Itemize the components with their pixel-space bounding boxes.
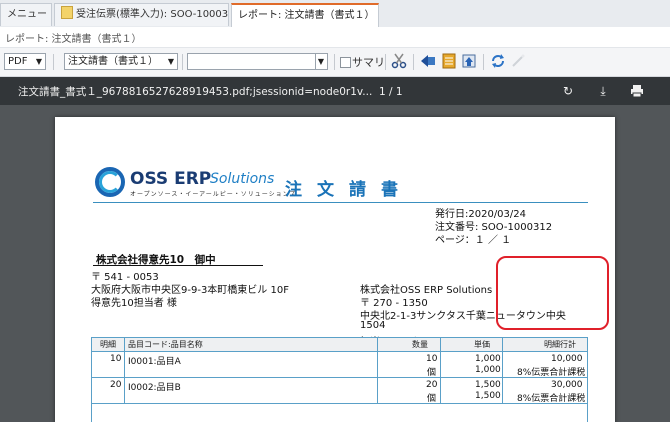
row-no: 20 xyxy=(110,380,122,390)
document-icon xyxy=(61,6,73,19)
customer-underline xyxy=(93,265,263,266)
export-icon[interactable] xyxy=(461,53,477,69)
logo-subtext: Solutions xyxy=(210,171,275,187)
table-divider xyxy=(377,378,378,403)
table-divider xyxy=(377,352,378,377)
document-title: 注文請書 xyxy=(285,180,413,200)
tab-label: 受注伝票(標準入力): SOO-1000312 xyxy=(76,9,229,20)
chevron-down-icon: ▼ xyxy=(167,57,174,66)
issuer-address-2: 1504 xyxy=(360,320,386,331)
tab-bar: メニュー 受注伝票(標準入力): SOO-1000312✖ レポート: 注文請書… xyxy=(0,0,670,28)
logo-icon-inner xyxy=(99,171,121,193)
refresh-icon[interactable] xyxy=(490,53,506,69)
row-unit: 個 xyxy=(427,394,437,404)
template-select[interactable]: 注文請書（書式１） ▼ xyxy=(64,53,178,70)
toolbar-divider xyxy=(53,54,54,70)
logo-text: OSS ERP xyxy=(130,169,212,189)
col-header-item: 品目コード:品目名称 xyxy=(128,340,203,349)
toolbar-divider xyxy=(413,54,414,70)
toolbar-divider xyxy=(334,54,335,70)
pdf-page-indicator: 1 / 1 xyxy=(378,86,403,98)
magic-wand-icon[interactable] xyxy=(510,53,526,69)
pdf-title: 注文請書_書式１_9678816527628919453.pdf;jsessio… xyxy=(18,84,403,99)
order-lines-table: 明細 品目コード:品目名称 数量 単価 明細行計 10 I0001:品目A 10… xyxy=(91,337,588,422)
col-header-price: 単価 xyxy=(474,340,490,349)
toolbar-divider xyxy=(182,54,183,70)
col-header-total: 明細行計 xyxy=(544,340,576,349)
table-empty-area xyxy=(92,404,587,422)
table-divider xyxy=(440,352,441,377)
row-price: 1,000 xyxy=(475,354,501,364)
scissors-icon[interactable] xyxy=(391,53,407,69)
arrow-left-icon[interactable] xyxy=(420,53,436,69)
row-price-2: 1,500 xyxy=(475,391,501,401)
table-divider xyxy=(440,338,441,351)
breadcrumb-text: レポート: 注文請書（書式１） xyxy=(5,34,142,45)
row-item: I0001:品目A xyxy=(128,357,181,367)
tab-sales-order[interactable]: 受注伝票(標準入力): SOO-1000312✖ xyxy=(54,3,229,26)
extra-select[interactable]: ▼ xyxy=(187,53,328,70)
tab-report[interactable]: レポート: 注文請書（書式１）✖ xyxy=(231,3,379,27)
pdf-filename: 注文請書_書式１_9678816527628919453.pdf;jsessio… xyxy=(18,86,373,98)
row-qty: 10 xyxy=(426,354,438,364)
row-tax: 8%伝票合計課税 xyxy=(517,394,586,404)
rotate-icon[interactable]: ↻ xyxy=(561,84,575,98)
row-unit: 個 xyxy=(427,368,437,378)
download-icon[interactable]: ⤓ xyxy=(596,84,610,98)
format-select[interactable]: PDF ▼ xyxy=(4,53,46,70)
highlight-annotation xyxy=(496,256,609,330)
row-total: 30,000 xyxy=(551,380,583,390)
row-total: 10,000 xyxy=(551,354,583,364)
table-row: 20 I0002:品目B 20 個 1,500 1,500 30,000 8%伝… xyxy=(92,378,587,404)
col-header-no: 明細 xyxy=(100,340,116,349)
row-item: I0002:品目B xyxy=(128,383,181,393)
row-tax: 8%伝票合計課税 xyxy=(517,368,586,378)
tab-menu[interactable]: メニュー xyxy=(0,3,52,26)
table-divider xyxy=(377,338,378,351)
summary-checkbox[interactable] xyxy=(340,57,351,68)
toolbar-divider xyxy=(385,54,386,70)
title-divider xyxy=(93,202,588,203)
template-value: 注文請書（書式１） xyxy=(68,56,158,67)
table-divider xyxy=(440,378,441,403)
row-qty: 20 xyxy=(426,380,438,390)
customer-contact: 得意先10担当者 様 xyxy=(91,298,177,309)
summary-label: サマリ xyxy=(352,56,385,69)
breadcrumb: レポート: 注文請書（書式１） xyxy=(0,27,670,48)
table-divider xyxy=(502,378,503,403)
print-icon[interactable] xyxy=(630,84,644,98)
table-divider xyxy=(124,338,125,351)
row-price-2: 1,000 xyxy=(475,365,501,375)
row-price: 1,500 xyxy=(475,380,501,390)
table-divider xyxy=(502,338,503,351)
chevron-down-icon: ▼ xyxy=(35,57,42,66)
logo-tagline: オープンソース・イーアールピー・ソリューションズ xyxy=(130,191,297,198)
pdf-viewer-toolbar: 注文請書_書式１_9678816527628919453.pdf;jsessio… xyxy=(0,77,670,105)
table-divider xyxy=(124,378,125,403)
toolbar-divider xyxy=(483,54,484,70)
chevron-down-icon: ▼ xyxy=(314,54,324,69)
page-number: ページ：１ ／ １ xyxy=(435,235,512,246)
report-icon[interactable] xyxy=(441,53,457,69)
table-header: 明細 品目コード:品目名称 数量 単価 明細行計 xyxy=(92,338,587,352)
tab-label: メニュー xyxy=(7,9,47,20)
tab-label: レポート: 注文請書（書式１） xyxy=(238,10,375,21)
report-toolbar: PDF ▼ 注文請書（書式１） ▼ ▼ サマリ xyxy=(0,48,670,77)
format-value: PDF xyxy=(8,56,28,67)
table-divider xyxy=(124,352,125,377)
row-no: 10 xyxy=(110,354,122,364)
table-row: 10 I0001:品目A 10 個 1,000 1,000 10,000 8%伝… xyxy=(92,352,587,378)
col-header-qty: 数量 xyxy=(412,340,428,349)
table-divider xyxy=(502,352,503,377)
